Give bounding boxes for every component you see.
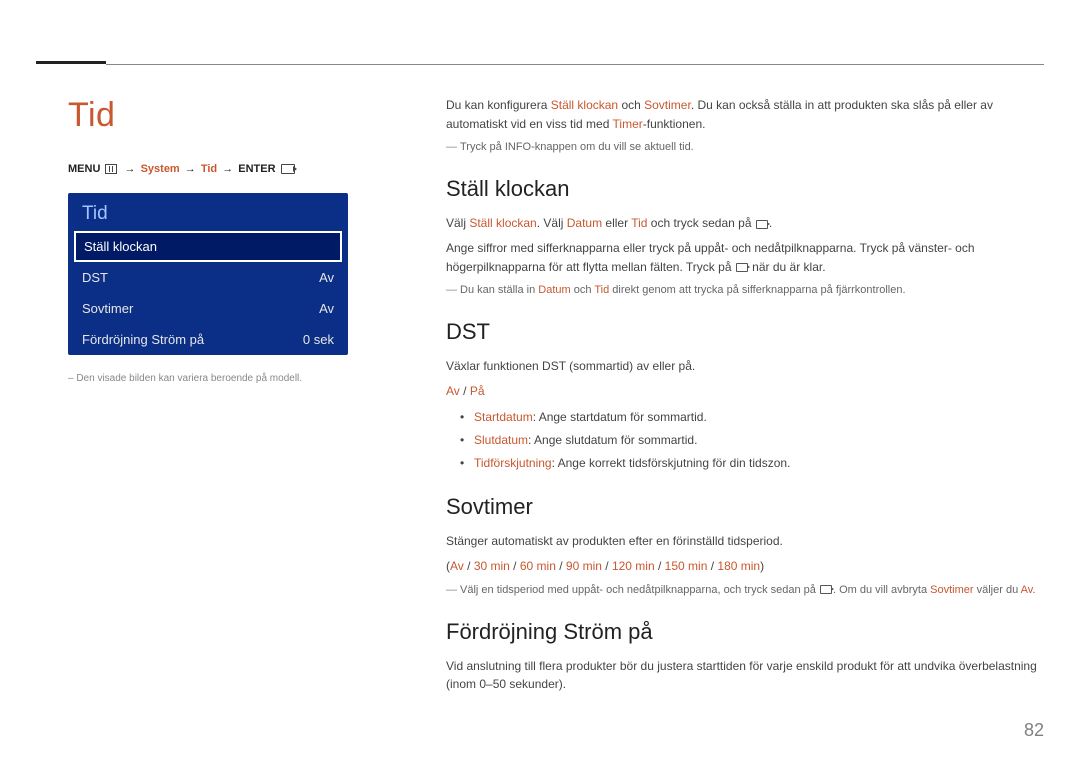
sec3-note-text: . Om du vill avbryta: [833, 584, 930, 596]
section-heading-dst: DST: [446, 315, 1044, 349]
sec3-note-highlight: Sovtimer: [930, 584, 973, 596]
menu-item-sovtimer[interactable]: Sovtimer Av: [68, 293, 348, 324]
enter-icon: [820, 585, 832, 594]
bullet-val: : Ange startdatum för sommartid.: [533, 410, 707, 424]
bullet-val: : Ange korrekt tidsförskjutning för din …: [552, 456, 791, 470]
sec3-option: 180 min: [717, 559, 760, 573]
sec1-p1: Välj Ställ klockan. Välj Datum eller Tid…: [446, 214, 1044, 233]
arrow-icon: →: [125, 163, 136, 175]
enter-icon: [281, 164, 295, 174]
sec2-p1: Växlar funktionen DST (sommartid) av ell…: [446, 357, 1044, 376]
sec3-option: 30 min: [474, 559, 510, 573]
header-marker: [36, 56, 106, 64]
breadcrumb-menu: MENU: [68, 163, 100, 175]
menu-item-value: Av: [319, 301, 334, 316]
sec3-option: 150 min: [665, 559, 708, 573]
menu-icon: [105, 164, 117, 174]
sep: /: [460, 384, 470, 398]
intro-highlight: Ställ klockan: [551, 98, 618, 112]
bullet-val: : Ange slutdatum för sommartid.: [528, 433, 697, 447]
sec2-options: Av / På: [446, 382, 1044, 401]
sec3-note: Välj en tidsperiod med uppåt- och nedåtp…: [446, 582, 1044, 599]
sec1-text: Ange siffror med sifferknapparna eller t…: [446, 241, 975, 274]
sec2-bullets: Startdatum: Ange startdatum för sommarti…: [446, 406, 1044, 474]
menu-item-label: Fördröjning Ström på: [82, 332, 204, 347]
sec1-highlight: Datum: [567, 216, 602, 230]
sec1-text: . Välj: [537, 216, 567, 230]
breadcrumb-system: System: [141, 163, 180, 175]
menu-item-fordrojning[interactable]: Fördröjning Ström på 0 sek: [68, 324, 348, 355]
right-column: Du kan konfigurera Ställ klockan och Sov…: [446, 96, 1044, 700]
breadcrumb-tid: Tid: [201, 163, 217, 175]
menu-item-label: DST: [82, 270, 108, 285]
menu-panel: Tid Ställ klockan DST Av Sovtimer Av För…: [68, 193, 348, 355]
sec1-note-highlight: Datum: [538, 284, 570, 296]
sec3-option: 90 min: [566, 559, 602, 573]
page-title: Tid: [68, 96, 416, 135]
panel-title: Tid: [68, 193, 348, 231]
arrow-icon: →: [222, 163, 233, 175]
list-item: Startdatum: Ange startdatum för sommarti…: [474, 406, 1044, 429]
sec3-note-text: väljer du: [974, 584, 1021, 596]
menu-item-stall-klockan[interactable]: Ställ klockan: [74, 231, 342, 262]
sec3-option: 60 min: [520, 559, 556, 573]
sec1-note: Du kan ställa in Datum och Tid direkt ge…: [446, 282, 1044, 299]
left-footnote: – Den visade bilden kan variera beroende…: [68, 373, 416, 384]
sec1-note-highlight: Tid: [594, 284, 609, 296]
sec1-p2: Ange siffror med sifferknapparna eller t…: [446, 239, 1044, 276]
sec2-option: På: [470, 384, 485, 398]
sec1-note-text: och: [571, 284, 595, 296]
sec1-text: eller: [602, 216, 631, 230]
bullet-key: Tidförskjutning: [474, 456, 552, 470]
section-heading-stall-klockan: Ställ klockan: [446, 172, 1044, 206]
sec3-note-text: Välj en tidsperiod med uppåt- och nedåtp…: [460, 584, 819, 596]
breadcrumb-enter: ENTER: [238, 163, 275, 175]
list-item: Tidförskjutning: Ange korrekt tidsförskj…: [474, 452, 1044, 475]
section-heading-sovtimer: Sovtimer: [446, 490, 1044, 524]
sec2-option: Av: [446, 384, 460, 398]
sec1-text: Välj: [446, 216, 469, 230]
intro-text-part: -funktionen.: [643, 117, 706, 131]
menu-item-value: 0 sek: [303, 332, 334, 347]
sec3-option: 120 min: [612, 559, 655, 573]
intro-note: Tryck på INFO-knappen om du vill se aktu…: [446, 139, 1044, 156]
sec3-options: (Av / 30 min / 60 min / 90 min / 120 min…: [446, 557, 1044, 576]
breadcrumb: MENU → System → Tid → ENTER: [68, 163, 416, 175]
page-number: 82: [1024, 720, 1044, 741]
intro-text: Du kan konfigurera Ställ klockan och Sov…: [446, 96, 1044, 133]
menu-item-value: Av: [319, 270, 334, 285]
intro-highlight: Sovtimer: [644, 98, 691, 112]
sec3-note-text: .: [1032, 584, 1035, 596]
bullet-key: Slutdatum: [474, 433, 528, 447]
bullet-key: Startdatum: [474, 410, 533, 424]
enter-icon: [756, 220, 768, 229]
sec3-note-highlight: Av: [1021, 584, 1033, 596]
sec1-text: när du är klar.: [749, 260, 826, 274]
menu-item-label: Sovtimer: [82, 301, 133, 316]
list-item: Slutdatum: Ange slutdatum för sommartid.: [474, 429, 1044, 452]
menu-item-dst[interactable]: DST Av: [68, 262, 348, 293]
sec1-note-text: direkt genom att trycka på sifferknappar…: [609, 284, 905, 296]
intro-highlight: Timer: [613, 117, 643, 131]
intro-text-part: Du kan konfigurera: [446, 98, 551, 112]
intro-text-part: och: [618, 98, 644, 112]
arrow-icon: →: [185, 163, 196, 175]
sec3-option: Av: [450, 559, 464, 573]
menu-item-label: Ställ klockan: [84, 239, 157, 254]
sec4-p1: Vid anslutning till flera produkter bör …: [446, 657, 1044, 694]
sec1-highlight: Tid: [631, 216, 647, 230]
left-column: Tid MENU → System → Tid → ENTER Tid Stäl…: [56, 96, 446, 700]
sec1-highlight: Ställ klockan: [469, 216, 536, 230]
sec3-p1: Stänger automatiskt av produkten efter e…: [446, 532, 1044, 551]
enter-icon: [736, 263, 748, 272]
section-heading-fordrojning: Fördröjning Ström på: [446, 615, 1044, 649]
sec1-note-text: Du kan ställa in: [460, 284, 538, 296]
header-rule: [106, 64, 1044, 65]
sec1-text: och tryck sedan på: [647, 216, 754, 230]
